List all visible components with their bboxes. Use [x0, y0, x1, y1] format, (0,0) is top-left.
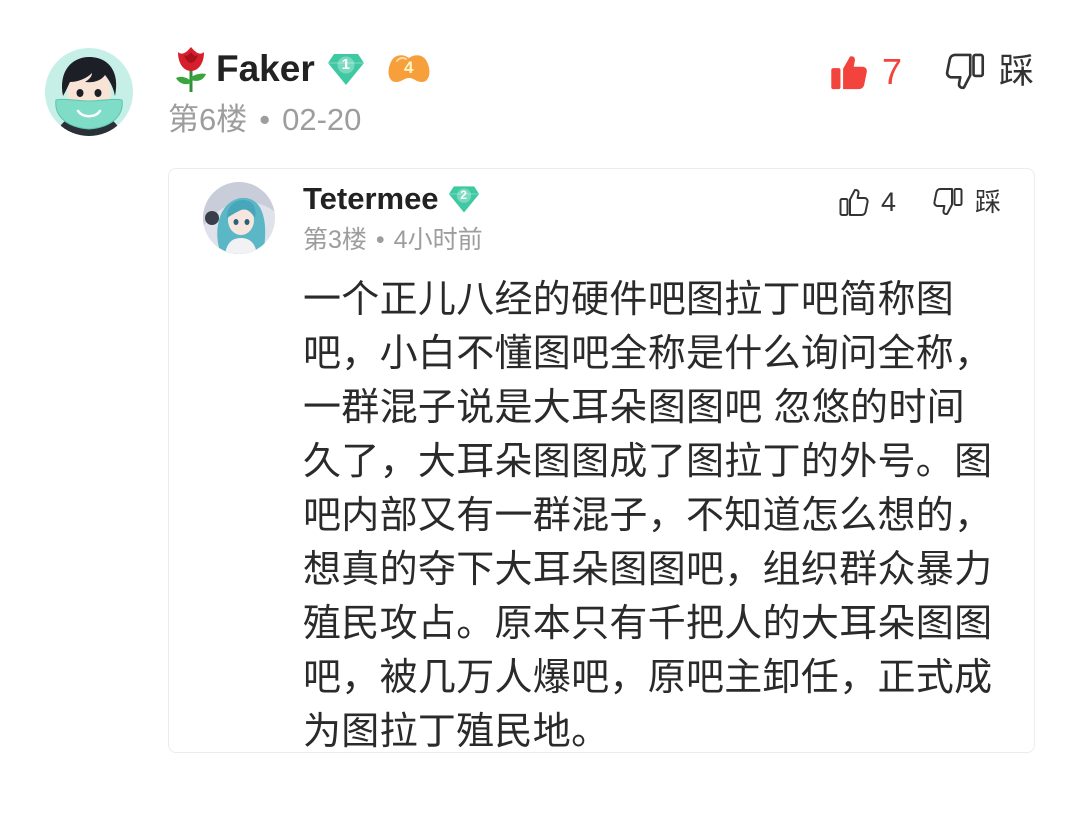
dislike-label: 踩: [999, 52, 1035, 91]
body-line: 吧，小白不懂图吧全称是什么询问全称，: [303, 333, 993, 375]
floor-label: 第6楼: [168, 102, 248, 137]
body-line: 为图拉丁殖民地。: [303, 711, 610, 753]
body-line: 久了，大耳朵图图成了图拉丁的外号。图: [303, 441, 993, 483]
fan-level-badge-icon: 4: [386, 50, 432, 88]
reply-body: 一个正儿八经的硬件吧图拉丁吧简称图 吧，小白不懂图吧全称是什么询问全称， 一群混…: [303, 273, 992, 759]
reply-meta: 第3楼 • 4小时前: [303, 224, 483, 256]
avatar[interactable]: [45, 48, 133, 136]
post-meta: 第6楼 • 02-20: [168, 100, 361, 140]
reply-dislike-label: 踩: [975, 187, 1002, 217]
separator-dot: •: [375, 226, 385, 254]
body-line: 殖民攻占。原本只有千把人的大耳朵图图: [303, 603, 993, 645]
dislike-button[interactable]: 踩: [944, 48, 1034, 96]
reply-author-row: Tetermee 2: [303, 181, 481, 217]
reply-floor-label: 第3楼: [303, 226, 367, 254]
post-page: Faker 1 4 第6楼 • 02-20 7 踩 Tetermee 2 第3楼…: [0, 0, 1080, 826]
author-row: Faker 1 4: [170, 44, 432, 94]
body-line: 一个正儿八经的硬件吧图拉丁吧简称图: [303, 279, 955, 321]
like-button[interactable]: 7: [828, 48, 902, 96]
reply-like-count: 4: [881, 187, 897, 217]
diamond-badge-icon: 2: [447, 183, 481, 215]
body-line: 吧内部又有一群混子，不知道怎么想的，: [303, 495, 993, 537]
reply-like-button[interactable]: 4: [838, 184, 896, 220]
body-line: 一群混子说是大耳朵图图吧 忽悠的时间: [303, 387, 965, 429]
rose-icon: [170, 44, 212, 94]
reply-level-badge-number: 2: [460, 188, 467, 202]
separator-dot: •: [259, 102, 271, 137]
author-name[interactable]: Faker: [216, 44, 315, 94]
like-count: 7: [882, 51, 903, 92]
thumbs-up-icon: [831, 56, 867, 90]
fan-badge-number: 4: [404, 58, 414, 77]
thumbs-up-icon: [839, 188, 869, 216]
post-date: 02-20: [282, 102, 362, 137]
reply-time: 4小时前: [393, 226, 483, 254]
diamond-badge-icon: 1: [326, 50, 366, 88]
body-line: 想真的夺下大耳朵图图吧，组织群众暴力: [303, 549, 993, 591]
reply-avatar[interactable]: [203, 182, 275, 254]
thumbs-down-icon: [945, 53, 985, 90]
thumbs-down-icon: [933, 188, 963, 216]
reply-card[interactable]: Tetermee 2 第3楼 • 4小时前 4 踩 一个正儿八经的硬件吧图拉丁吧…: [168, 168, 1035, 753]
reply-author-name[interactable]: Tetermee: [303, 181, 439, 217]
level-badge-number: 1: [341, 56, 350, 73]
body-line: 吧，被几万人爆吧，原吧主卸任，正式成: [303, 657, 993, 699]
reply-dislike-button[interactable]: 踩: [932, 184, 1001, 220]
